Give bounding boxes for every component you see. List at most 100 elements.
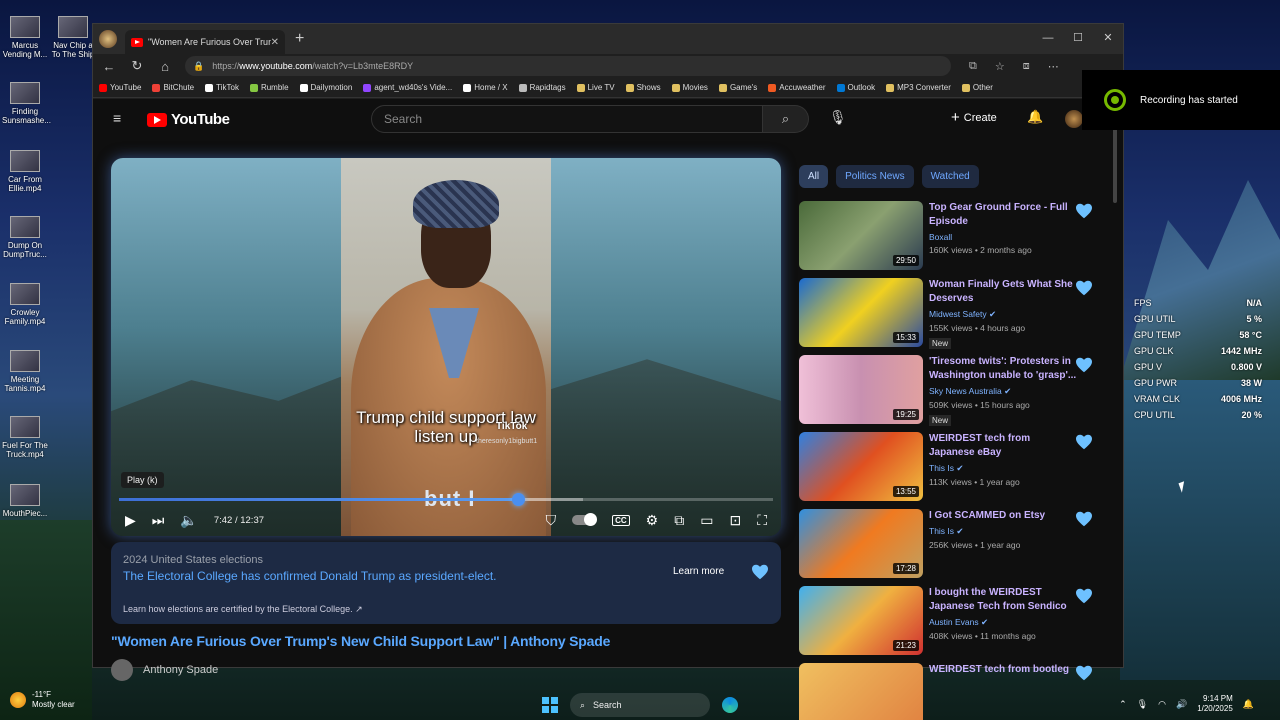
recommended-video[interactable]: 15:33 Woman Finally Gets What She Deserve… <box>799 278 1099 353</box>
learn-more-button[interactable]: Learn more <box>673 566 724 577</box>
bookmark-item[interactable]: Movies <box>671 83 708 92</box>
progress-scrubber[interactable] <box>511 493 525 506</box>
fullscreen-icon[interactable]: ⛶ <box>757 512 767 529</box>
minimize-icon[interactable]: — <box>1033 24 1063 52</box>
desktop-file-icon[interactable]: Dump On DumpTruc... <box>2 216 48 259</box>
bookmark-item[interactable]: Game's <box>718 83 757 92</box>
maximize-icon[interactable]: ☐ <box>1063 24 1093 52</box>
channel-name[interactable]: This Is ✔ <box>929 463 1077 474</box>
recommended-video[interactable]: 13:55 WEIRDEST tech from Japanese eBay Thi… <box>799 432 1099 507</box>
menu-icon[interactable]: ≡ <box>113 111 127 125</box>
subtitles-icon[interactable]: CC <box>612 514 630 526</box>
cast-icon[interactable]: ⊡ <box>729 512 741 529</box>
video-title[interactable]: WEIRDEST tech from bootleg <box>929 663 1077 677</box>
recommended-video[interactable]: 21:23 I bought the WEIRDEST Japanese Tech… <box>799 586 1099 661</box>
autoplay-toggle[interactable] <box>572 513 598 526</box>
extensions-icon[interactable]: ⧉ <box>969 60 977 73</box>
progress-bar[interactable] <box>119 493 773 506</box>
desktop-file-icon[interactable]: Car From Ellie.mp4 <box>2 150 48 193</box>
video-title[interactable]: I bought the WEIRDEST Japanese Tech from… <box>929 586 1077 614</box>
channel-name[interactable]: Anthony Spade <box>143 664 218 676</box>
volume-icon[interactable]: 🔈 <box>180 512 197 529</box>
bookmark-item[interactable]: Shows <box>625 83 661 92</box>
microphone-icon[interactable]: 🎙 <box>1137 699 1148 710</box>
wifi-icon[interactable]: ◠ <box>1158 699 1166 710</box>
bookmark-item[interactable]: Dailymotion <box>299 83 352 92</box>
profile-avatar-icon[interactable] <box>99 30 117 48</box>
play-icon[interactable]: ▶ <box>125 512 136 529</box>
collections-icon[interactable]: ⧈ <box>1023 60 1030 73</box>
youtube-logo[interactable]: YouTube <box>147 111 230 128</box>
bookmark-item[interactable]: agent_wd40s's Vide... <box>363 83 452 92</box>
recommended-video[interactable]: 29:50 Top Gear Ground Force - Full Episod… <box>799 201 1099 276</box>
channel-name[interactable]: Boxall <box>929 232 1077 242</box>
heart-icon[interactable] <box>751 564 769 585</box>
filter-chip[interactable]: All <box>799 165 829 188</box>
tab-close-icon[interactable]: ✕ <box>271 37 279 48</box>
video-player[interactable]: Trump child support law listen up TikTok… <box>111 158 781 536</box>
video-thumbnail[interactable]: 15:33 <box>799 278 923 347</box>
notification-bell-icon[interactable]: 🔔 <box>1243 699 1254 710</box>
channel-name[interactable]: Austin Evans ✔ <box>929 617 1077 628</box>
next-icon[interactable]: ⏭ <box>152 512 165 529</box>
video-thumbnail[interactable]: 19:25 <box>799 355 923 424</box>
desktop-file-icon[interactable]: Meeting Tannis.mp4 <box>2 350 48 393</box>
notifications-icon[interactable]: 🔔 <box>1027 109 1043 125</box>
bookmark-item[interactable]: Rumble <box>249 83 289 92</box>
bookmark-item[interactable]: TikTok <box>205 83 239 92</box>
bookmark-item[interactable]: Accuweather <box>768 83 826 92</box>
edge-browser-icon[interactable] <box>722 697 738 713</box>
channel-avatar[interactable] <box>111 659 133 681</box>
heart-icon[interactable] <box>1075 665 1093 686</box>
miniplayer-icon[interactable]: ⧉ <box>674 512 684 529</box>
settings-more-icon[interactable]: ⋯ <box>1048 60 1059 73</box>
video-title[interactable]: WEIRDEST tech from Japanese eBay <box>929 432 1077 460</box>
bookmark-item[interactable]: BitChute <box>152 83 194 92</box>
video-thumbnail[interactable]: 13:55 <box>799 432 923 501</box>
bookmark-item[interactable]: Other <box>961 83 993 92</box>
heart-icon[interactable] <box>1075 280 1093 301</box>
video-thumbnail[interactable]: 29:50 <box>799 201 923 270</box>
video-thumbnail[interactable]: 17:28 <box>799 509 923 578</box>
lock-icon[interactable]: 🔒 <box>193 61 204 72</box>
refresh-icon[interactable]: ↻ <box>129 58 145 74</box>
desktop-file-icon[interactable]: Marcus Vending M... <box>2 16 48 59</box>
desktop-file-icon[interactable]: Crowley Family.mp4 <box>2 283 48 326</box>
browser-tab[interactable]: "Women Are Furious Over Trump ✕ <box>125 30 285 54</box>
speaker-icon[interactable]: 🔊 <box>1176 699 1187 710</box>
favorites-icon[interactable]: ☆ <box>995 60 1005 73</box>
video-title[interactable]: Top Gear Ground Force - Full Episode <box>929 201 1077 229</box>
video-title[interactable]: 'Tiresome twits': Protesters in Washingt… <box>929 355 1077 383</box>
bookmark-item[interactable]: YouTube <box>99 83 141 92</box>
bookmark-item[interactable]: Home / X <box>463 83 508 92</box>
bookmark-item[interactable]: Rapidtags <box>518 83 566 92</box>
clock[interactable]: 9:14 PM 1/20/2025 <box>1197 694 1233 714</box>
channel-name[interactable]: Midwest Safety ✔ <box>929 309 1077 320</box>
back-icon[interactable]: ← <box>101 59 117 74</box>
taskbar-search[interactable]: ⌕ Search <box>570 693 710 717</box>
search-input[interactable]: Search <box>371 105 763 133</box>
desktop-file-icon[interactable]: Fuel For The Truck.mp4 <box>2 416 48 459</box>
user-avatar[interactable] <box>1065 110 1083 128</box>
heart-icon[interactable] <box>1075 434 1093 455</box>
url-input[interactable]: 🔒 https://www.youtube.com/watch?v=Lb3mte… <box>185 56 951 76</box>
filter-chip[interactable]: Watched <box>921 165 979 188</box>
bookmark-item[interactable]: Live TV <box>576 83 615 92</box>
bookmark-item[interactable]: Outlook <box>836 83 875 92</box>
election-link[interactable]: Learn how elections are certified by the… <box>123 604 363 615</box>
channel-name[interactable]: This Is ✔ <box>929 526 1077 537</box>
search-button[interactable]: ⌕ <box>763 105 809 133</box>
bookmark-item[interactable]: MP3 Converter <box>886 83 951 92</box>
voice-search-icon[interactable]: 🎙 <box>829 109 847 126</box>
heart-icon[interactable] <box>1075 357 1093 378</box>
recommended-video[interactable]: 19:25 'Tiresome twits': Protesters in Was… <box>799 355 1099 430</box>
video-thumbnail[interactable]: 21:23 <box>799 586 923 655</box>
home-icon[interactable]: ⌂ <box>157 59 173 74</box>
video-title[interactable]: I Got SCAMMED on Etsy <box>929 509 1077 523</box>
desktop-file-icon[interactable]: MouthPiec... <box>2 484 48 518</box>
desktop-file-icon[interactable]: Nav Chip a To The Ship <box>50 16 96 59</box>
close-window-icon[interactable]: ✕ <box>1093 24 1123 52</box>
heart-icon[interactable] <box>1075 511 1093 532</box>
new-tab-icon[interactable]: + <box>295 30 304 48</box>
start-button-icon[interactable] <box>542 697 558 713</box>
